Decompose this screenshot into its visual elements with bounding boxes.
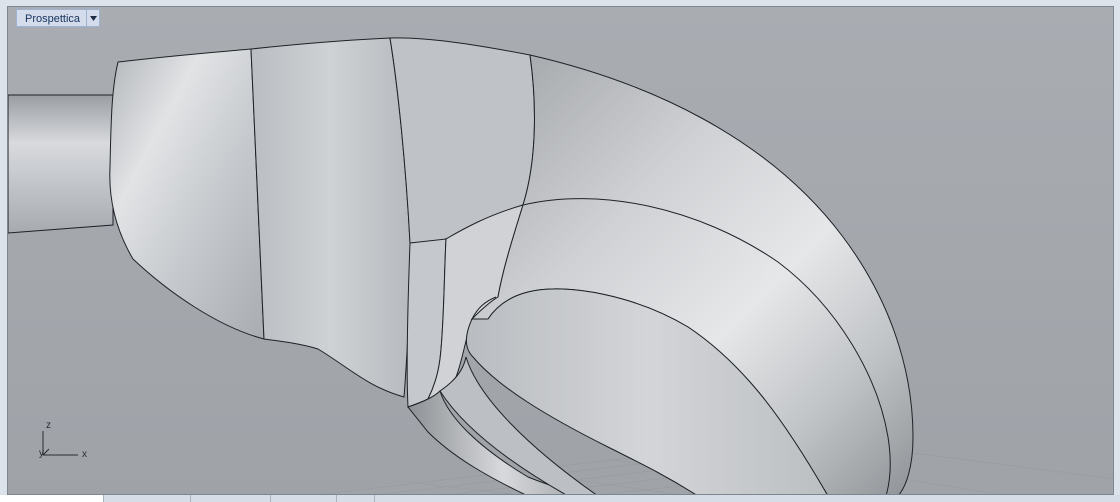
viewport-tab-4[interactable] (271, 495, 337, 502)
perspective-viewport[interactable]: Prospettica z y x (7, 6, 1114, 495)
z-axis-label: z (46, 420, 51, 431)
viewport-title-bar: Prospettica (16, 9, 101, 27)
dropdown-arrow-icon (89, 15, 97, 21)
viewport-title[interactable]: Prospettica (16, 9, 87, 27)
viewport-tab-5[interactable] (337, 495, 375, 502)
viewport-menu-button[interactable] (86, 9, 101, 27)
viewport-tab-1[interactable] (0, 495, 104, 502)
pipe-cylinder (8, 94, 114, 234)
3d-scene[interactable] (8, 7, 1114, 495)
viewport-tab-3[interactable] (191, 495, 271, 502)
axes-indicator: z y x (34, 419, 94, 464)
viewport-tab-2[interactable] (104, 495, 191, 502)
y-axis-label: y (39, 448, 44, 459)
rhino-window: Prospettica z y x (0, 0, 1120, 502)
x-axis-label: x (82, 449, 87, 460)
